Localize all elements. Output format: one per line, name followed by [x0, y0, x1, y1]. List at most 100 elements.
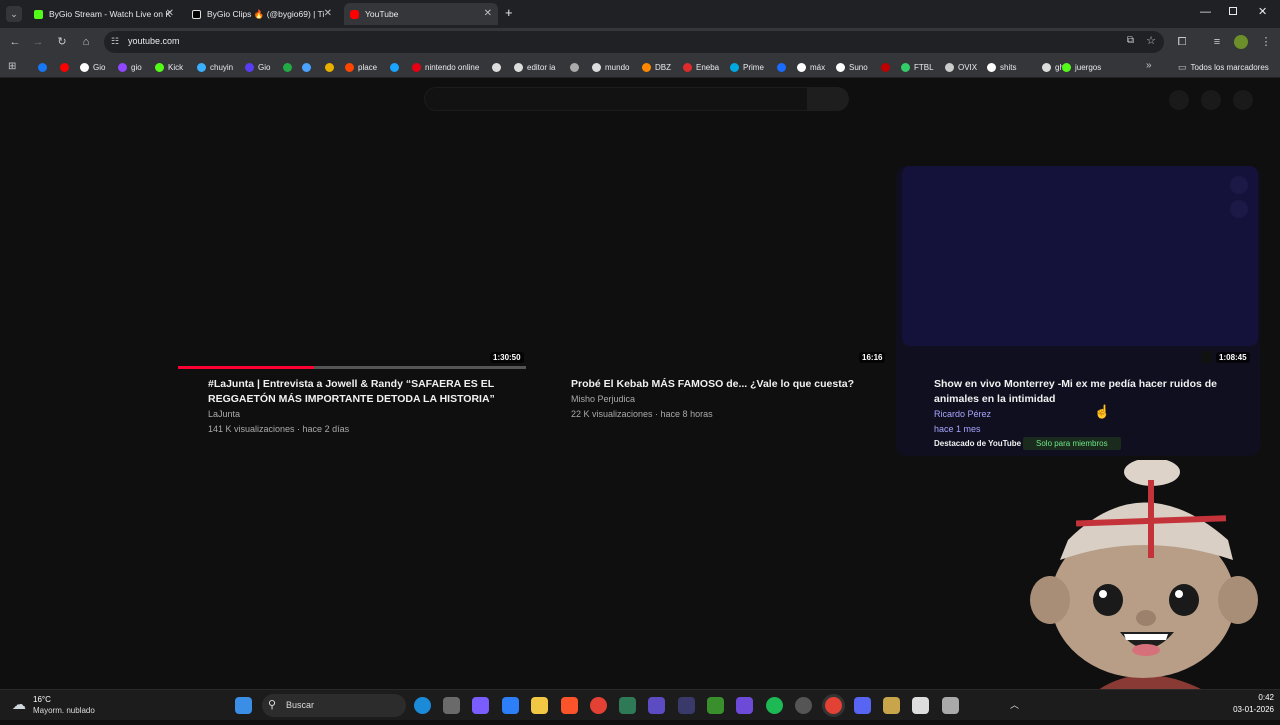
close-window-icon[interactable]: ✕ [1258, 5, 1267, 18]
brave-icon[interactable] [561, 697, 578, 714]
tab-search-button[interactable]: ⌄ [6, 6, 22, 22]
edge-icon[interactable] [414, 697, 431, 714]
bookmark-item[interactable] [390, 61, 403, 73]
windows-start-icon[interactable] [235, 697, 252, 714]
store-icon[interactable] [502, 697, 519, 714]
channel-name[interactable]: Ricardo Pérez [934, 409, 991, 419]
back-arrow-icon[interactable]: ← [7, 34, 23, 50]
search-input[interactable] [424, 87, 808, 111]
channel-name[interactable]: LaJunta [208, 409, 240, 419]
spotify-icon[interactable] [766, 697, 783, 714]
close-tab-icon[interactable]: ✕ [324, 8, 332, 19]
install-app-icon[interactable]: ⧉ [1127, 35, 1134, 46]
video-thumbnail[interactable] [540, 166, 888, 361]
close-tab-icon[interactable]: ✕ [166, 8, 174, 19]
app-icon[interactable] [648, 697, 665, 714]
bookmark-item[interactable] [283, 61, 296, 73]
bookmark-item[interactable]: juergos [1062, 61, 1101, 73]
url-text[interactable]: youtube.com [128, 36, 180, 46]
bookmark-item[interactable]: DBZ [642, 61, 671, 73]
minimize-window-icon[interactable]: — [1200, 6, 1211, 18]
extensions-icon[interactable]: ⧠ [1174, 34, 1190, 50]
app-icon[interactable] [942, 697, 959, 714]
bookmark-item[interactable]: mundo [592, 61, 629, 73]
video-thumbnail[interactable] [902, 166, 1258, 346]
bookmark-item[interactable] [777, 61, 790, 73]
profile-avatar[interactable] [1234, 35, 1248, 49]
forward-arrow-icon[interactable]: → [30, 34, 46, 50]
app-icon[interactable] [883, 697, 900, 714]
tab-bygio-clips[interactable]: ByGio Clips 🔥 (@bygio69) | Ti ✕ [188, 3, 338, 25]
chrome-active-icon[interactable] [825, 697, 842, 714]
app-icon[interactable] [678, 697, 695, 714]
site-info-icon[interactable]: ☷ [111, 36, 119, 47]
reload-icon[interactable]: ↻ [54, 34, 70, 50]
bookmark-item[interactable]: gio [118, 61, 142, 73]
bookmark-item[interactable]: Gio [80, 61, 105, 73]
video-title[interactable]: Show en vivo Monterrey -Mi ex me pedía h… [934, 377, 1244, 407]
mute-icon[interactable] [1201, 351, 1213, 363]
notepad-icon[interactable] [619, 697, 636, 714]
bookmark-item[interactable]: chuyin [197, 61, 233, 73]
channel-name[interactable]: Misho Perjudica [571, 394, 635, 404]
close-tab-icon[interactable]: ✕ [484, 8, 492, 19]
bookmark-favicon-icon [197, 62, 206, 72]
media-controls-icon[interactable]: ≡ [1209, 34, 1225, 50]
bookmark-item[interactable] [881, 61, 894, 73]
bookmark-item[interactable]: Gio [245, 61, 270, 73]
app-icon[interactable] [795, 697, 812, 714]
discord-icon[interactable] [854, 697, 871, 714]
video-title[interactable]: Probé El Kebab MÁS FAMOSO de... ¿Vale lo… [571, 377, 871, 392]
bookmark-item[interactable]: Suno [836, 61, 868, 73]
apps-grid-icon[interactable]: ⊞ [8, 61, 16, 72]
file-explorer-icon[interactable] [531, 697, 548, 714]
bookmark-item[interactable]: OVIX [945, 61, 977, 73]
bookmark-item[interactable]: Kick [155, 61, 183, 73]
home-icon[interactable]: ⌂ [78, 34, 94, 50]
bookmark-item[interactable]: place [345, 61, 377, 73]
bookmark-item[interactable]: máx [797, 61, 825, 73]
clock[interactable]: 0:42 03-01-2026 [1226, 693, 1274, 714]
bookmark-item[interactable]: gh [1042, 61, 1064, 73]
bookmark-item[interactable]: nintendo online [412, 61, 479, 73]
bookmark-item[interactable]: Prime [730, 61, 764, 73]
add-to-queue-icon[interactable] [1230, 200, 1248, 218]
chrome-icon[interactable] [590, 697, 607, 714]
minecraft-icon[interactable] [707, 697, 724, 714]
create-icon[interactable] [1169, 90, 1189, 110]
app-icon[interactable] [736, 697, 753, 714]
more-bookmarks-icon[interactable]: » [1146, 60, 1152, 71]
bookmark-item[interactable] [302, 61, 315, 73]
browser-menu-icon[interactable]: ⋮ [1258, 34, 1274, 50]
app-icon[interactable] [912, 697, 929, 714]
video-thumbnail[interactable] [178, 166, 526, 361]
account-avatar[interactable] [1233, 90, 1253, 110]
bookmark-item[interactable]: Eneba [683, 61, 719, 73]
bookmark-item[interactable]: shits [987, 61, 1016, 73]
bookmark-item[interactable] [38, 61, 51, 73]
app-icon[interactable] [443, 697, 460, 714]
taskbar-search[interactable]: ⚲ Buscar [262, 694, 406, 717]
tab-youtube[interactable]: YouTube ✕ [344, 3, 498, 25]
bookmark-item[interactable]: FTBL [901, 61, 934, 73]
tray-expand-icon[interactable]: ︿ [1010, 698, 1019, 711]
all-bookmarks-folder[interactable]: ▭ Todos los marcadores [1178, 61, 1269, 73]
tab-bygio-stream[interactable]: ByGio Stream - Watch Live on K ✕ [30, 3, 180, 25]
new-tab-button[interactable]: + [505, 5, 513, 20]
bookmark-item[interactable] [60, 61, 73, 73]
search-button[interactable] [807, 87, 849, 111]
video-title[interactable]: #LaJunta | Entrevista a Jowell & Randy “… [208, 377, 528, 407]
weather-widget[interactable]: ☁ 16°C Mayorm. nublado [10, 693, 120, 718]
copilot-icon[interactable] [472, 697, 489, 714]
notifications-icon[interactable] [1201, 90, 1221, 110]
streamer-avatar-overlay [1028, 458, 1258, 720]
bookmark-item[interactable] [325, 61, 338, 73]
bookmark-item[interactable] [492, 61, 505, 73]
bookmark-item[interactable]: editor ia [514, 61, 555, 73]
watch-later-icon[interactable] [1230, 176, 1248, 194]
restore-window-icon[interactable] [1229, 7, 1237, 15]
bookmark-star-icon[interactable]: ☆ [1146, 34, 1156, 47]
bookmark-item[interactable] [570, 61, 583, 73]
bookmark-favicon-icon [570, 62, 579, 72]
address-bar[interactable]: ☷ youtube.com ⧉ ☆ [104, 31, 1164, 53]
